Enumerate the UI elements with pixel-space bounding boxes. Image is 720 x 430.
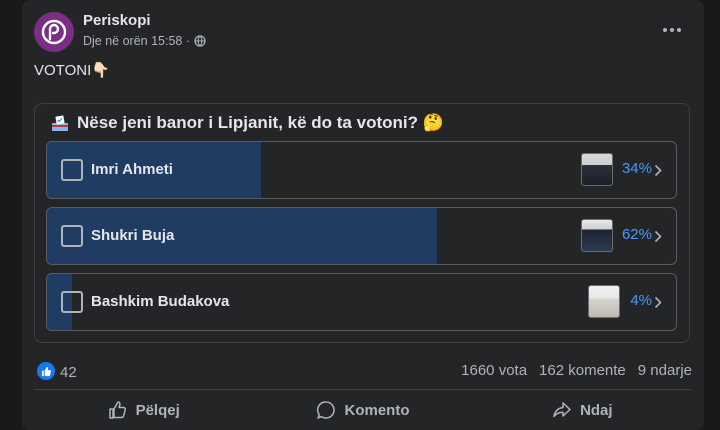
poll-question-text: Nëse jeni banor i Lipjanit, kë do ta vot… xyxy=(77,113,444,132)
more-dot-icon xyxy=(663,28,667,32)
poll-question: Nëse jeni banor i Lipjanit, kë do ta vot… xyxy=(51,113,444,133)
stats-right: 1660 vota 162 komente 9 ndarje xyxy=(461,362,692,379)
post-stats: 42 1660 vota 162 komente 9 ndarje xyxy=(34,360,692,382)
share-button-label: Ndaj xyxy=(580,401,613,419)
comment-count[interactable]: 162 komente xyxy=(539,362,626,379)
share-count[interactable]: 9 ndarje xyxy=(638,362,692,379)
divider xyxy=(34,389,692,390)
poll-option-label: Imri Ahmeti xyxy=(91,161,173,178)
like-reaction-icon[interactable] xyxy=(37,362,55,380)
page-name-link[interactable]: Periskopi xyxy=(83,12,151,29)
poll-option-percent: 34% xyxy=(621,160,652,177)
chevron-right-icon xyxy=(654,164,662,177)
more-dot-icon xyxy=(677,28,681,32)
post-text: VOTONI👇🏻 xyxy=(34,62,110,79)
like-button-label: Pëlqej xyxy=(135,401,180,419)
ballot-box-icon xyxy=(52,115,68,131)
post-card: Periskopi Dje në orën 15:58 · VOTONI👇🏻 N… xyxy=(22,0,704,430)
periskopi-logo-icon xyxy=(41,19,67,45)
poll: Nëse jeni banor i Lipjanit, kë do ta vot… xyxy=(34,103,690,343)
more-dot-icon xyxy=(670,28,674,32)
post-meta: Dje në orën 15:58 · xyxy=(83,34,206,48)
post-header: Periskopi Dje në orën 15:58 · xyxy=(34,10,692,54)
like-button[interactable]: Pëlqej xyxy=(34,394,253,426)
globe-icon xyxy=(194,35,206,47)
candidate-photo xyxy=(581,219,613,252)
post-timestamp[interactable]: Dje në orën 15:58 · xyxy=(83,34,190,48)
chevron-right-icon xyxy=(654,230,662,243)
comment-button-label: Komento xyxy=(344,401,410,419)
poll-option-percent: 62% xyxy=(621,226,652,243)
more-options-button[interactable] xyxy=(658,18,686,42)
vote-count[interactable]: 1660 vota xyxy=(461,362,527,379)
post-actions: Pëlqej Komento Ndaj xyxy=(34,394,692,426)
share-button[interactable]: Ndaj xyxy=(473,394,692,426)
poll-option-checkbox[interactable] xyxy=(61,159,83,181)
poll-option-imri-ahmeti[interactable]: Imri Ahmeti 34% xyxy=(46,141,677,199)
share-icon xyxy=(553,402,571,418)
poll-option-shukri-buja[interactable]: Shukri Buja 62% xyxy=(46,207,677,265)
comment-button[interactable]: Komento xyxy=(253,394,472,426)
candidate-photo xyxy=(581,153,613,186)
thumbs-up-icon xyxy=(108,401,126,419)
chevron-right-icon xyxy=(654,296,662,309)
candidate-photo xyxy=(588,285,620,318)
poll-option-bashkim-budakova[interactable]: Bashkim Budakova 4% xyxy=(46,273,677,331)
like-count[interactable]: 42 xyxy=(60,364,77,381)
page-avatar[interactable] xyxy=(34,12,74,52)
poll-option-checkbox[interactable] xyxy=(61,291,83,313)
poll-option-percent: 4% xyxy=(630,292,652,309)
comment-icon xyxy=(317,401,336,419)
poll-option-label: Shukri Buja xyxy=(91,227,175,244)
poll-option-checkbox[interactable] xyxy=(61,225,83,247)
poll-option-label: Bashkim Budakova xyxy=(91,293,230,310)
